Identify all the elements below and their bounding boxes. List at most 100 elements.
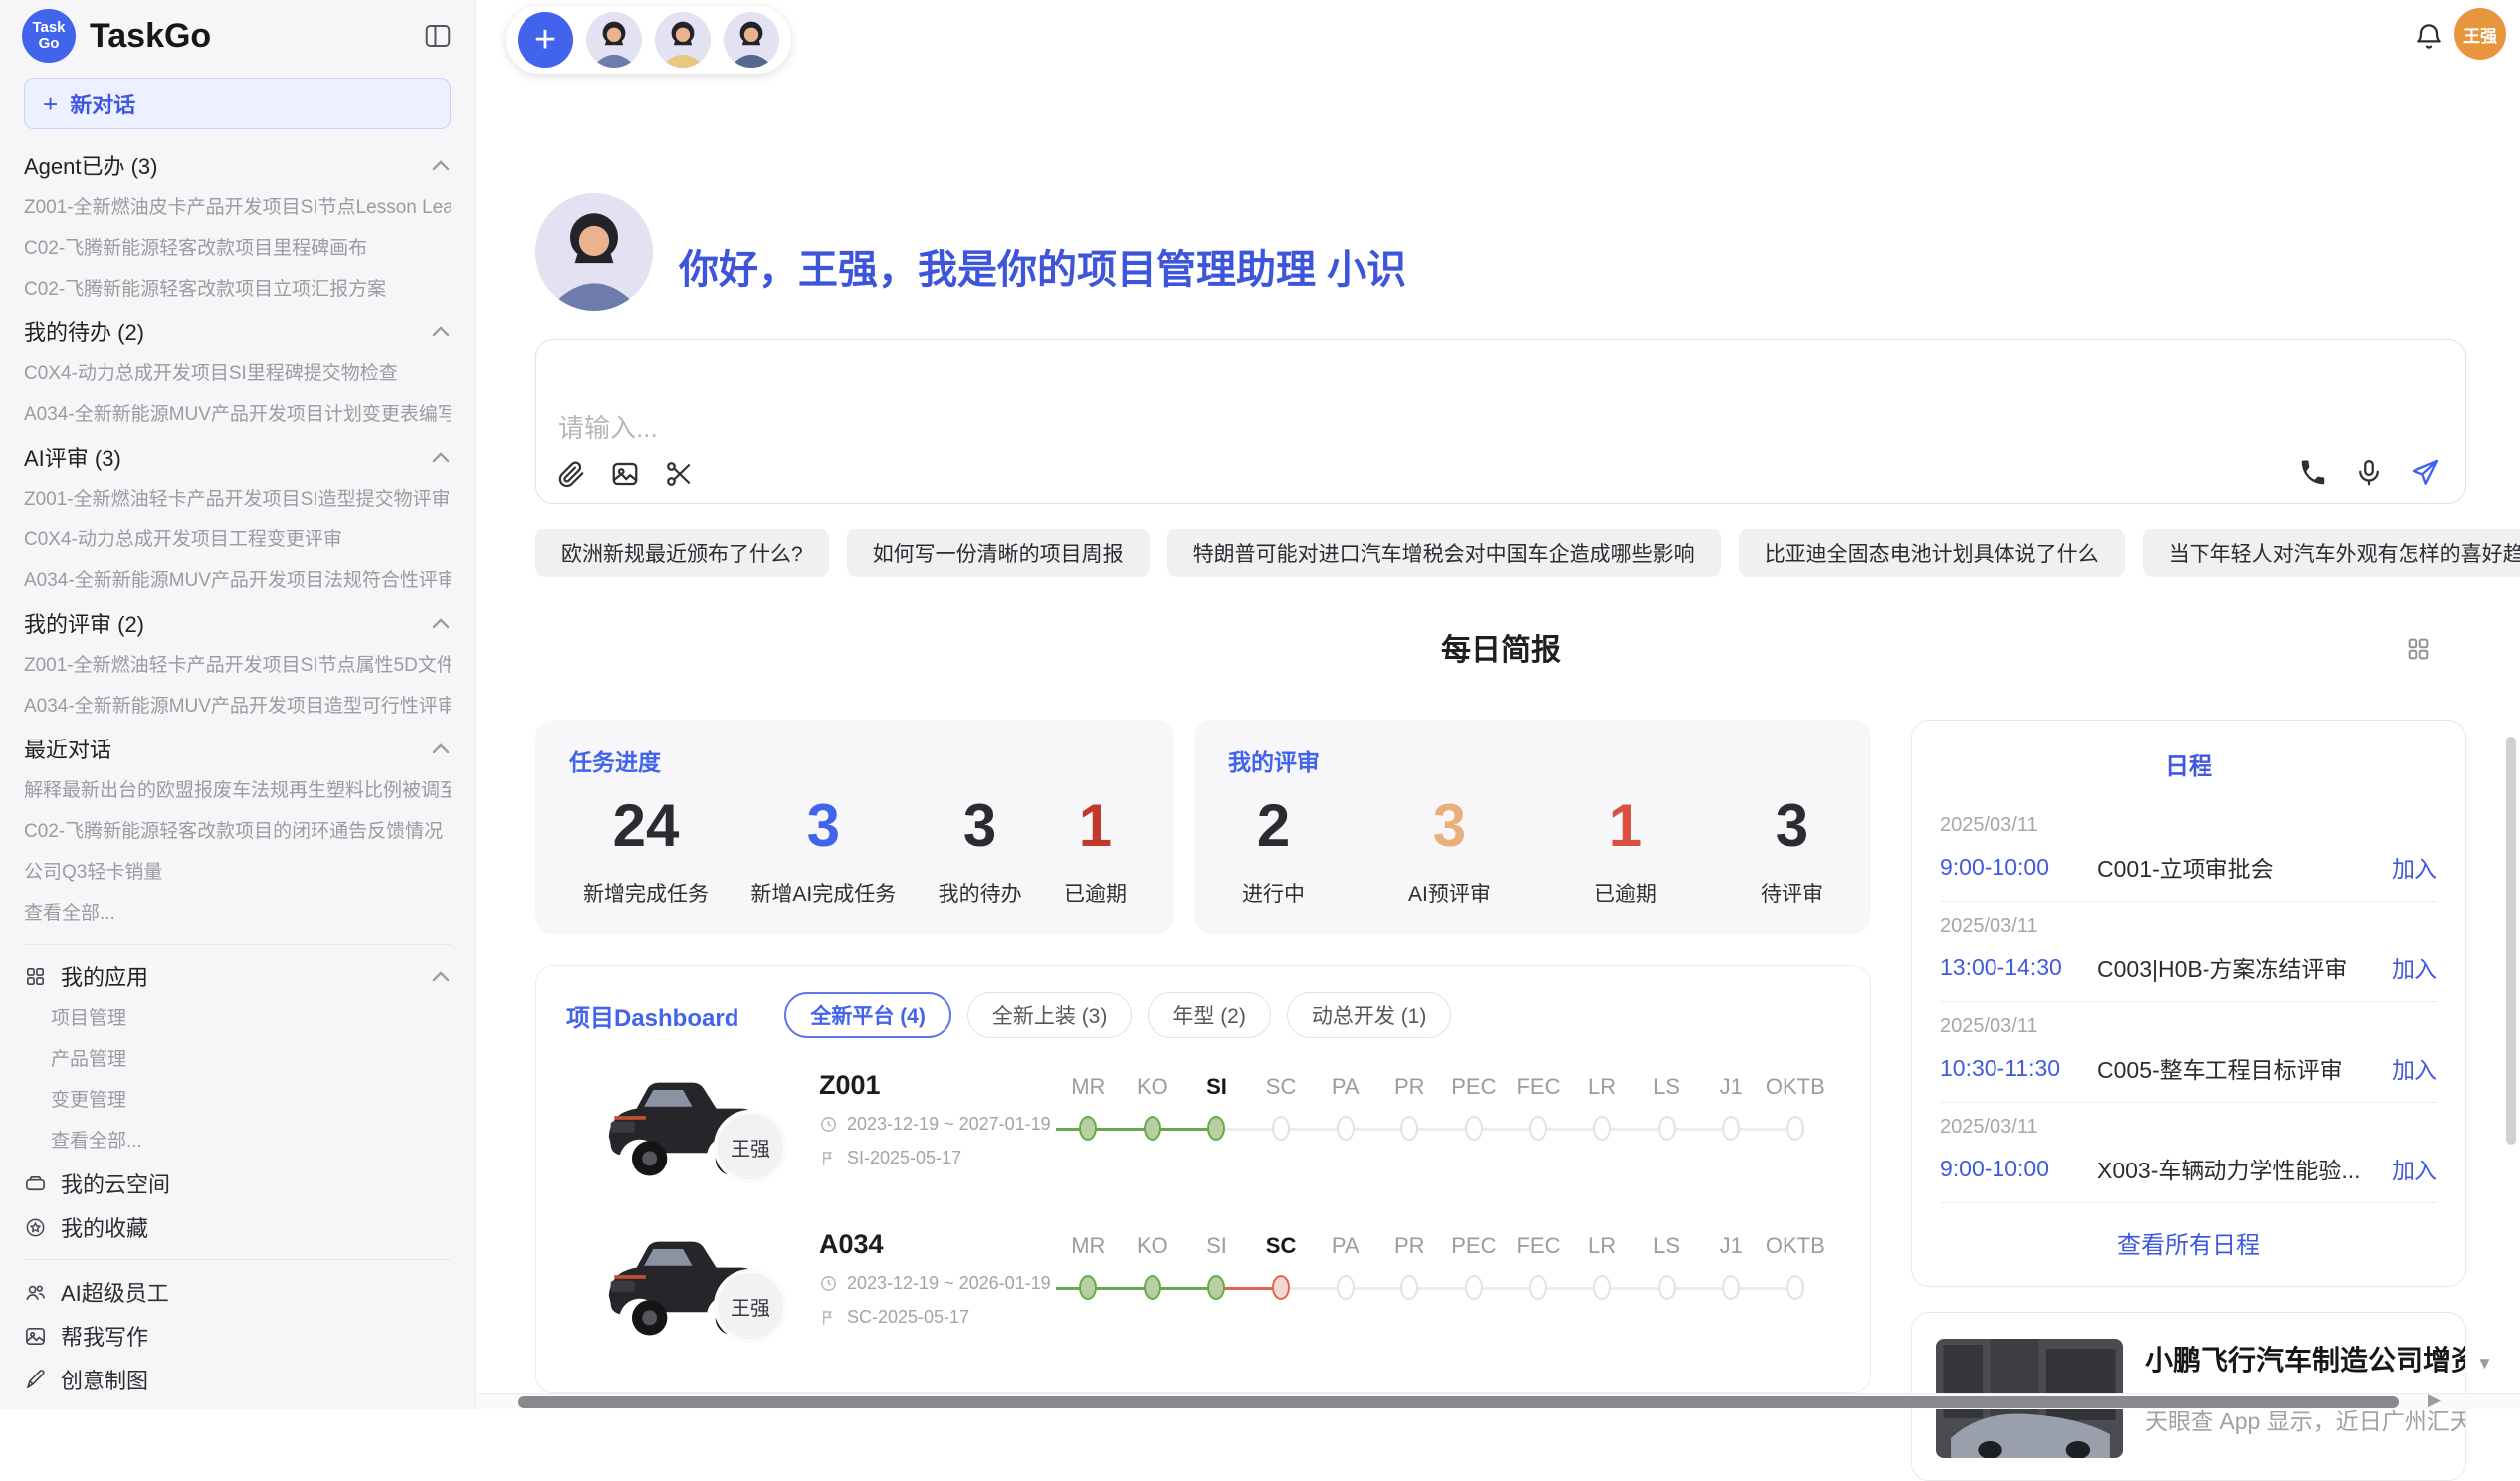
cloud-icon: [24, 1172, 47, 1195]
sidebar-item-medal[interactable]: 我的收藏: [24, 1205, 451, 1249]
dashboard-title: 项目Dashboard: [566, 998, 738, 1033]
app-shortcut-item[interactable]: 产品管理: [24, 1039, 451, 1080]
milestone-dot: [1337, 1275, 1355, 1300]
horizontal-scrollbar-thumb[interactable]: [518, 1396, 2399, 1408]
conversation-avatar[interactable]: [655, 12, 711, 68]
main-area: + 王强 你好，王强，我是你的项目管理助理 小识 请输入...: [476, 0, 2520, 1409]
chevron-up-icon: [431, 451, 451, 464]
project-row[interactable]: 王强Z0012023-12-19 ~ 2027-01-19SI-2025-05-…: [566, 1058, 1840, 1217]
people-icon: [24, 1281, 47, 1304]
dashboard-tab[interactable]: 全新上装 (3): [967, 992, 1133, 1038]
milestone: OKTB: [1764, 1072, 1828, 1152]
microphone-icon[interactable]: [2354, 457, 2384, 489]
sidebar-section-header[interactable]: 我的评审 (2): [24, 601, 451, 645]
new-conversation-button[interactable]: +: [518, 12, 573, 68]
milestone: MR: [1056, 1072, 1121, 1152]
sidebar-item[interactable]: C02-飞腾新能源轻客改款项目里程碑画布: [24, 228, 451, 269]
attachment-icon[interactable]: [556, 459, 586, 489]
suggestion-chip[interactable]: 当下年轻人对汽车外观有怎样的喜好趋势: [2143, 529, 2520, 577]
sidebar-section-header[interactable]: 我的待办 (2): [24, 310, 451, 353]
stat-column: 3新增AI完成任务: [750, 791, 896, 908]
sidebar-item[interactable]: A034-全新新能源MUV产品开发项目法规符合性评审: [24, 560, 451, 601]
dashboard-tab[interactable]: 年型 (2): [1148, 992, 1271, 1038]
sidebar-tool-pen[interactable]: 创意制图: [24, 1358, 451, 1401]
suggestion-chip[interactable]: 如何写一份清晰的项目周报: [847, 529, 1150, 577]
dashboard-tab[interactable]: 动总开发 (1): [1287, 992, 1452, 1038]
project-info: A0342023-12-19 ~ 2026-01-19SC-2025-05-17: [819, 1229, 1051, 1328]
chevron-up-icon: [431, 325, 451, 338]
conversation-avatar[interactable]: [724, 12, 779, 68]
chat-input-placeholder: 请输入...: [558, 408, 658, 445]
flag-icon: [819, 1149, 838, 1167]
sidebar-item[interactable]: Z001-全新燃油皮卡产品开发项目SI节点Lesson Learn报告: [24, 187, 451, 228]
stat-label: 新增AI完成任务: [750, 878, 896, 908]
join-meeting-link[interactable]: 加入: [2392, 1051, 2437, 1085]
view-all-schedule-link[interactable]: 查看所有日程: [1940, 1225, 2437, 1260]
sidebar-row-label: 我的收藏: [61, 1211, 148, 1243]
recent-chat-item[interactable]: C02-飞腾新能源轻客改款项目的闭环通告反馈情况: [24, 811, 451, 852]
scroll-down-arrow-icon[interactable]: ▼: [2476, 1354, 2493, 1374]
sidebar-item[interactable]: Z001-全新燃油轻卡产品开发项目SI造型提交物评审: [24, 479, 451, 520]
recent-chat-item[interactable]: 解释最新出台的欧盟报废车法规再生塑料比例被调至15%...: [24, 770, 451, 811]
sidebar-item-cloud[interactable]: 我的云空间: [24, 1162, 451, 1205]
app-shortcut-item[interactable]: 查看全部...: [24, 1121, 451, 1162]
milestone: SI: [1184, 1231, 1249, 1311]
sidebar-section-header[interactable]: 最近对话: [24, 727, 451, 770]
milestone: FEC: [1506, 1231, 1571, 1311]
join-meeting-link[interactable]: 加入: [2392, 850, 2437, 884]
sidebar-item[interactable]: A034-全新新能源MUV产品开发项目造型可行性评审: [24, 686, 451, 727]
divider: [24, 1259, 451, 1260]
vertical-scrollbar-thumb[interactable]: [2506, 737, 2516, 1145]
recent-chat-item[interactable]: 查看全部...: [24, 893, 451, 934]
sidebar-section-header[interactable]: 我的应用: [24, 954, 451, 998]
user-avatar[interactable]: 王强: [2454, 8, 2506, 60]
scissors-icon[interactable]: [664, 459, 694, 489]
join-meeting-link[interactable]: 加入: [2392, 951, 2437, 984]
app-logo-top: Task: [32, 20, 65, 36]
sidebar-section-header[interactable]: AI评审 (3): [24, 435, 451, 479]
scroll-right-arrow-icon[interactable]: ▶: [2428, 1390, 2441, 1410]
suggestion-chip[interactable]: 比亚迪全固态电池计划具体说了什么: [1739, 529, 2125, 577]
sidebar-item[interactable]: A034-全新新能源MUV产品开发项目计划变更表编写: [24, 394, 451, 435]
sidebar-section-header[interactable]: Agent已办 (3): [24, 143, 451, 187]
milestone-dot: [1786, 1116, 1804, 1141]
medal-icon: [24, 1216, 47, 1239]
dashboard-tab[interactable]: 全新平台 (4): [784, 992, 951, 1038]
app-shortcut-item[interactable]: 变更管理: [24, 1080, 451, 1121]
app-shortcut-item[interactable]: 项目管理: [24, 998, 451, 1039]
chat-input[interactable]: 请输入...: [535, 339, 2466, 504]
image-upload-icon[interactable]: [610, 459, 640, 489]
milestone-dot: [1722, 1116, 1740, 1141]
sidebar-item[interactable]: Z001-全新燃油轻卡产品开发项目SI节点属性5D文件评审: [24, 645, 451, 686]
milestone: PA: [1313, 1072, 1377, 1152]
project-dashboard-card: 项目Dashboard 全新平台 (4) 全新上装 (3) 年型 (2) 动总开发 (…: [535, 965, 1871, 1393]
new-chat-button[interactable]: + 新对话: [24, 78, 451, 129]
sidebar-item[interactable]: C0X4-动力总成开发项目工程变更评审: [24, 520, 451, 560]
collapse-sidebar-icon[interactable]: [423, 21, 453, 51]
plus-icon: +: [43, 89, 58, 119]
phone-call-icon[interactable]: [2298, 457, 2328, 489]
schedule-date: 2025/03/11: [1940, 1116, 2437, 1139]
pen-icon: [24, 1369, 47, 1391]
briefing-title: 每日简报: [535, 629, 2466, 673]
milestone: KO: [1121, 1231, 1185, 1311]
suggestion-chip[interactable]: 特朗普可能对进口汽车增税会对中国车企造成哪些影响: [1167, 529, 1721, 577]
sidebar-tool-write[interactable]: 帮我写作: [24, 1314, 451, 1358]
horizontal-scrollbar[interactable]: [476, 1393, 2520, 1409]
suggestion-chip[interactable]: 欧洲新规最近颁布了什么?: [535, 529, 829, 577]
notifications-bell-icon[interactable]: [2414, 20, 2445, 52]
schedule-item: 2025/03/119:00-10:00C001-立项审批会加入: [1940, 801, 2437, 902]
conversation-avatar[interactable]: [586, 12, 642, 68]
milestone-dot: [1593, 1275, 1611, 1300]
send-icon[interactable]: [2410, 457, 2441, 489]
project-row[interactable]: 王强A0342023-12-19 ~ 2026-01-19SC-2025-05-…: [566, 1217, 1840, 1376]
layout-grid-icon[interactable]: [2405, 635, 2432, 663]
my-review-card: 我的评审 2进行中3AI预评审1已逾期3待评审: [1194, 720, 1871, 934]
sidebar-item[interactable]: C0X4-动力总成开发项目SI里程碑提交物检查: [24, 353, 451, 394]
join-meeting-link[interactable]: 加入: [2392, 1152, 2437, 1185]
sidebar-item[interactable]: C02-飞腾新能源轻客改款项目立项汇报方案: [24, 269, 451, 310]
recent-chat-item[interactable]: 公司Q3轻卡销量: [24, 852, 451, 893]
sidebar-tool-people[interactable]: AI超级员工: [24, 1270, 451, 1314]
chevron-up-icon: [431, 617, 451, 630]
sidebar-row-label: 帮我写作: [61, 1320, 148, 1352]
